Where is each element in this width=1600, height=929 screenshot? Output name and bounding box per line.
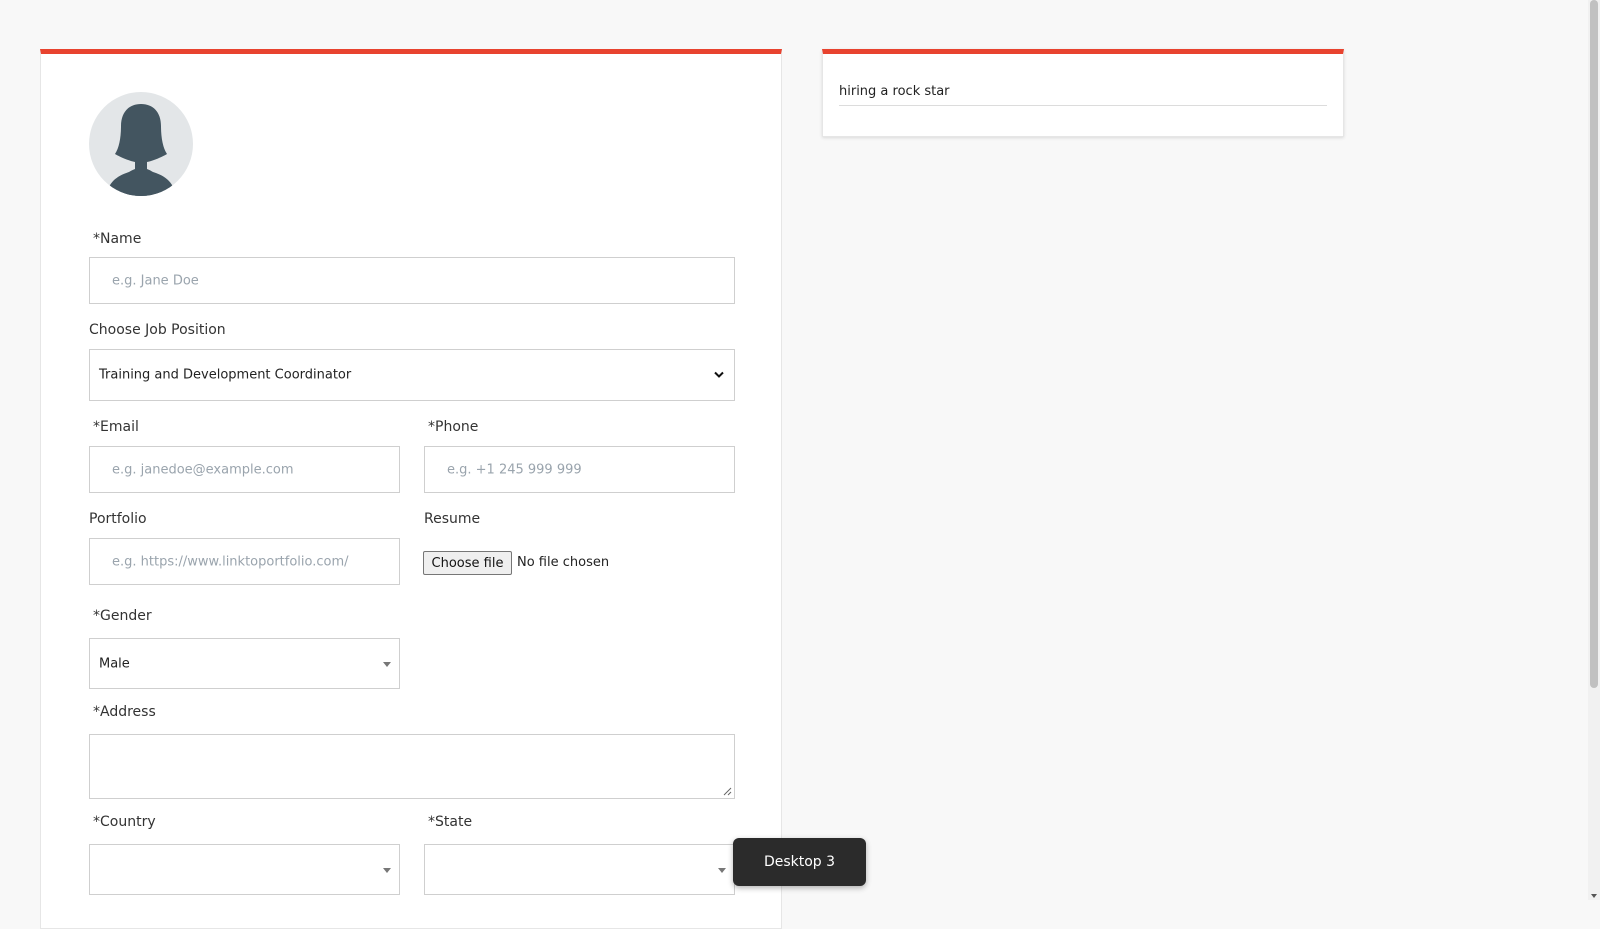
caret-down-icon: [718, 867, 726, 873]
email-input[interactable]: e.g. janedoe@example.com: [89, 446, 400, 493]
phone-placeholder: e.g. +1 245 999 999: [447, 462, 582, 477]
name-label: *Name: [93, 231, 142, 247]
job-description-card: hiring a rock star: [822, 49, 1344, 137]
file-status-text: No file chosen: [517, 555, 610, 570]
page-scrollbar[interactable]: [1588, 0, 1600, 900]
portfolio-input[interactable]: e.g. https://www.linktoportfolio.com/: [89, 538, 400, 585]
caret-down-icon: [383, 661, 391, 667]
email-label: *Email: [93, 419, 139, 435]
address-label: *Address: [93, 704, 156, 720]
country-label: *Country: [93, 814, 156, 830]
name-placeholder: e.g. Jane Doe: [112, 273, 199, 288]
resize-grip-icon[interactable]: [723, 787, 732, 796]
choose-file-button[interactable]: Choose file: [423, 551, 512, 575]
gender-select[interactable]: Male: [89, 638, 400, 689]
email-placeholder: e.g. janedoe@example.com: [112, 462, 294, 477]
divider: [839, 105, 1327, 106]
resume-label: Resume: [424, 511, 481, 527]
phone-label: *Phone: [428, 419, 479, 435]
state-select[interactable]: [424, 844, 735, 895]
job-position-label: Choose Job Position: [89, 322, 226, 338]
address-textarea[interactable]: [89, 734, 735, 799]
application-form-card: *Name e.g. Jane Doe Choose Job Position …: [40, 49, 782, 929]
scrollbar-thumb[interactable]: [1590, 0, 1598, 688]
female-avatar-icon[interactable]: [89, 92, 193, 196]
gender-label: *Gender: [93, 608, 152, 624]
chevron-down-icon: [714, 371, 724, 378]
job-description-text[interactable]: hiring a rock star: [839, 84, 950, 99]
desktop-tooltip: Desktop 3: [733, 838, 866, 886]
gender-value: Male: [99, 656, 130, 671]
portfolio-label: Portfolio: [89, 511, 147, 527]
country-select[interactable]: [89, 844, 400, 895]
state-label: *State: [428, 814, 473, 830]
caret-down-icon: [383, 867, 391, 873]
portfolio-placeholder: e.g. https://www.linktoportfolio.com/: [112, 554, 349, 569]
job-position-select[interactable]: Training and Development Coordinator: [89, 349, 735, 401]
job-position-value: Training and Development Coordinator: [99, 367, 352, 383]
phone-input[interactable]: e.g. +1 245 999 999: [424, 446, 735, 493]
scroll-down-icon[interactable]: [1591, 894, 1597, 898]
name-input[interactable]: e.g. Jane Doe: [89, 257, 735, 304]
